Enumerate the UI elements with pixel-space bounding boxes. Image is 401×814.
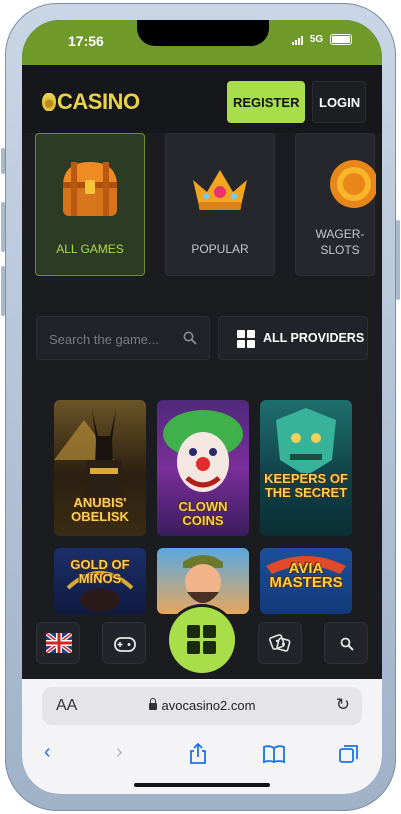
phone-volume-down — [1, 266, 5, 316]
bookmarks-icon[interactable] — [262, 744, 286, 764]
coin-icon — [330, 160, 376, 208]
language-button[interactable] — [36, 622, 80, 664]
keepers-artwork — [276, 408, 336, 476]
search-input[interactable] — [47, 317, 179, 361]
casino-logo[interactable]: CASINO — [42, 89, 140, 115]
forward-icon[interactable]: › — [116, 741, 123, 764]
network-label: 5G — [309, 34, 324, 46]
category-label: ALL GAMES — [56, 242, 124, 256]
game-title: GOLD OF MINOS — [70, 557, 130, 586]
search-icon[interactable] — [183, 331, 197, 345]
notch — [137, 20, 269, 46]
game-search-box — [36, 316, 210, 361]
bottom-nav — [22, 607, 382, 679]
game-title: CLOWN COINS — [178, 499, 228, 528]
phone-power-button — [396, 220, 400, 300]
category-carousel: ALL GAMES POPULAR WAGER- SLOTS — [22, 133, 382, 278]
game-tile[interactable]: KEEPERS OF THE SECRET — [260, 400, 352, 536]
browser-toolbar: AA avocasino2.com ↻ ‹ › — [22, 679, 382, 794]
avocado-logo-icon — [42, 93, 56, 111]
fisherman-artwork — [183, 555, 223, 603]
category-label: WAGER- SLOTS — [315, 227, 365, 257]
back-icon[interactable]: ‹ — [44, 741, 51, 764]
game-tile[interactable]: CLOWN COINS — [157, 400, 249, 536]
tabs-icon[interactable] — [338, 743, 360, 765]
providers-label: ALL PROVIDERS — [263, 331, 365, 345]
all-providers-button[interactable]: ALL PROVIDERS — [218, 316, 368, 360]
category-wager-slots[interactable]: WAGER- SLOTS — [295, 133, 376, 276]
dice-icon — [269, 634, 291, 652]
status-time: 17:56 — [68, 33, 104, 49]
category-label: POPULAR — [191, 242, 249, 256]
uk-flag-icon — [46, 633, 72, 653]
game-title: ANUBIS' OBELISK — [71, 495, 129, 524]
game-title: AVIA MASTERS — [269, 560, 343, 591]
home-indicator — [134, 783, 270, 787]
casino-button[interactable] — [258, 622, 302, 664]
game-tile[interactable]: ANUBIS' OBELISK — [54, 400, 146, 536]
category-popular[interactable]: POPULAR — [165, 133, 275, 276]
reload-icon[interactable]: ↻ — [336, 695, 350, 715]
lock-icon — [148, 698, 157, 710]
search-row: ALL PROVIDERS — [22, 316, 382, 362]
status-bar: 17:56 5G — [22, 20, 382, 65]
search-icon — [340, 637, 354, 651]
search-nav-button[interactable] — [324, 622, 368, 664]
battery-icon — [330, 34, 352, 45]
phone-screen: 17:56 5G CASINO REGISTER LOGIN ALL GAMES… — [22, 20, 382, 794]
login-button[interactable]: LOGIN — [312, 81, 366, 123]
gamepad-icon — [114, 637, 136, 652]
signal-indicator: 5G — [292, 34, 352, 46]
grid-icon — [187, 625, 217, 655]
phone-volume-up — [1, 202, 5, 252]
page-url[interactable]: avocasino2.com — [42, 698, 362, 713]
game-tile[interactable]: AVIA MASTERS — [260, 548, 352, 614]
game-title: KEEPERS OF THE SECRET — [264, 471, 348, 500]
crown-icon — [193, 170, 247, 210]
game-tile[interactable]: GOLD OF MINOS — [54, 548, 146, 614]
register-button[interactable]: REGISTER — [227, 81, 305, 123]
share-icon[interactable] — [188, 743, 208, 765]
site-header: CASINO REGISTER LOGIN — [22, 65, 382, 133]
address-bar[interactable]: AA avocasino2.com ↻ — [42, 687, 362, 725]
chest-icon — [63, 162, 117, 216]
signal-bars-icon — [292, 34, 304, 46]
phone-side-button — [1, 148, 5, 174]
category-all-games[interactable]: ALL GAMES — [35, 133, 145, 276]
grid-icon — [237, 330, 255, 348]
games-button[interactable] — [102, 622, 146, 664]
menu-grid-button[interactable] — [169, 607, 235, 673]
game-tile[interactable] — [157, 548, 249, 614]
